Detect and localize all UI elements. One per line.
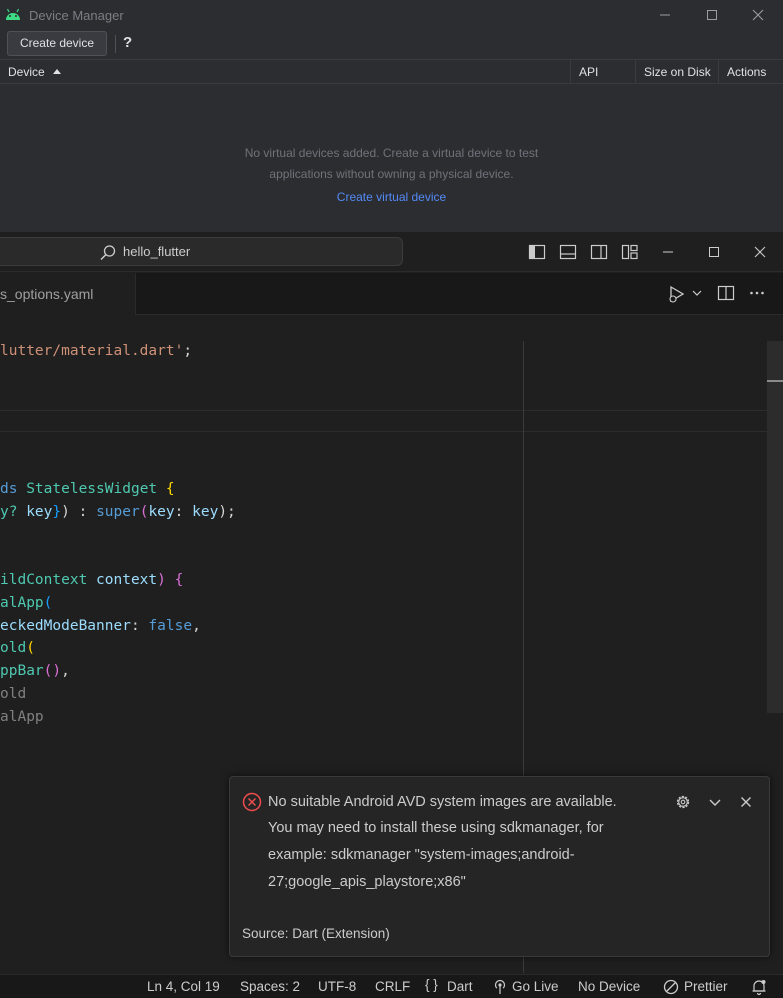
empty-message-line1: No virtual devices added. Create a virtu…: [244, 146, 539, 160]
bell-icon[interactable]: [750, 978, 768, 996]
minimize-icon[interactable]: [654, 4, 676, 26]
maximize-icon[interactable]: [705, 243, 723, 261]
code-line: alApp(: [0, 595, 53, 611]
split-editor-icon[interactable]: [717, 284, 735, 302]
device-table-header: Device API Size on Disk Actions: [0, 59, 783, 84]
flutter-device-selector[interactable]: No Device: [578, 979, 640, 994]
notification-message-line: No suitable Android AVD system images ar…: [268, 794, 617, 810]
close-icon[interactable]: [737, 793, 755, 811]
language-mode[interactable]: Dart: [447, 979, 473, 994]
close-icon[interactable]: [747, 4, 769, 26]
code-line: eckedModeBanner: false,: [0, 618, 201, 634]
create-device-button[interactable]: Create device: [7, 31, 107, 56]
column-api[interactable]: API: [570, 60, 635, 84]
prettier-status[interactable]: Prettier: [684, 979, 728, 994]
column-device[interactable]: Device: [0, 60, 570, 84]
column-actions[interactable]: Actions: [718, 60, 783, 84]
device-list-empty: No virtual devices added. Create a virtu…: [0, 84, 783, 232]
close-icon[interactable]: [751, 243, 769, 261]
column-device-label: Device: [8, 65, 45, 79]
more-actions-icon[interactable]: [748, 284, 766, 302]
sort-asc-icon: [53, 69, 62, 74]
chevron-down-icon[interactable]: [706, 793, 724, 811]
chevron-down-icon[interactable]: [691, 287, 703, 299]
editor-scrollbar[interactable]: [767, 341, 783, 713]
notification-message-line: You may need to install these using sdkm…: [268, 820, 604, 836]
notification-message-line: 27;google_apis_playstore;x86": [268, 874, 466, 890]
code-line: old: [0, 686, 27, 702]
notification-message-line: example: sdkmanager "system-images;andro…: [268, 847, 575, 863]
toggle-secondary-sidebar-icon[interactable]: [590, 243, 608, 261]
language-braces-icon: { }: [425, 977, 438, 992]
scrollbar-thumb[interactable]: [767, 380, 783, 382]
broadcast-icon: [494, 979, 506, 994]
column-size-on-disk[interactable]: Size on Disk: [635, 60, 718, 84]
tab-analysis-options[interactable]: s_options.yaml: [0, 273, 136, 315]
create-virtual-device-link[interactable]: Create virtual device: [0, 190, 783, 204]
end-of-line[interactable]: CRLF: [375, 979, 410, 994]
notification-source: Source: Dart (Extension): [242, 926, 390, 941]
android-icon: [6, 8, 20, 20]
encoding[interactable]: UTF-8: [318, 979, 356, 994]
gear-icon[interactable]: [674, 793, 692, 811]
command-center-search[interactable]: hello_flutter: [0, 237, 403, 266]
toggle-panel-icon[interactable]: [559, 243, 577, 261]
window-title: Device Manager: [29, 8, 124, 23]
code-line: old(: [0, 640, 35, 656]
search-text: hello_flutter: [123, 244, 191, 259]
prettier-icon: [663, 979, 679, 995]
toolbar-separator: [115, 35, 116, 53]
code-line: lutter/material.dart';: [0, 343, 193, 359]
code-line: alApp: [0, 709, 44, 725]
go-live-button[interactable]: Go Live: [512, 979, 559, 994]
indentation[interactable]: Spaces: 2: [240, 979, 300, 994]
code-line: y? key}) : super(key: key);: [0, 504, 236, 520]
search-icon: [100, 245, 116, 261]
empty-message-line2: applications without owning a physical d…: [269, 167, 514, 181]
editor-tab-bar: s_options.yaml: [0, 273, 783, 315]
current-line-highlight: [0, 410, 783, 432]
error-notification: No suitable Android AVD system images ar…: [229, 776, 770, 957]
status-bar: Ln 4, Col 19 Spaces: 2 UTF-8 CRLF { } Da…: [0, 974, 783, 998]
code-line: ppBar(),: [0, 663, 70, 679]
cursor-position[interactable]: Ln 4, Col 19: [147, 979, 220, 994]
maximize-icon[interactable]: [701, 4, 723, 26]
customize-layout-icon[interactable]: [621, 243, 639, 261]
error-icon: [242, 792, 262, 812]
help-button[interactable]: ?: [123, 34, 132, 51]
vscode-titlebar: hello_flutter: [0, 232, 783, 272]
toggle-primary-sidebar-icon[interactable]: [528, 243, 546, 261]
run-debug-icon[interactable]: [667, 284, 689, 304]
device-manager-window: Device Manager Create device ? Device AP…: [0, 0, 783, 232]
minimize-icon[interactable]: [659, 243, 677, 261]
code-line: ds StatelessWidget {: [0, 481, 175, 497]
device-manager-toolbar: Create device ?: [0, 30, 783, 59]
code-line: ildContext context) {: [0, 572, 184, 588]
tab-label: s_options.yaml: [0, 286, 94, 302]
device-manager-titlebar: Device Manager: [0, 0, 783, 30]
